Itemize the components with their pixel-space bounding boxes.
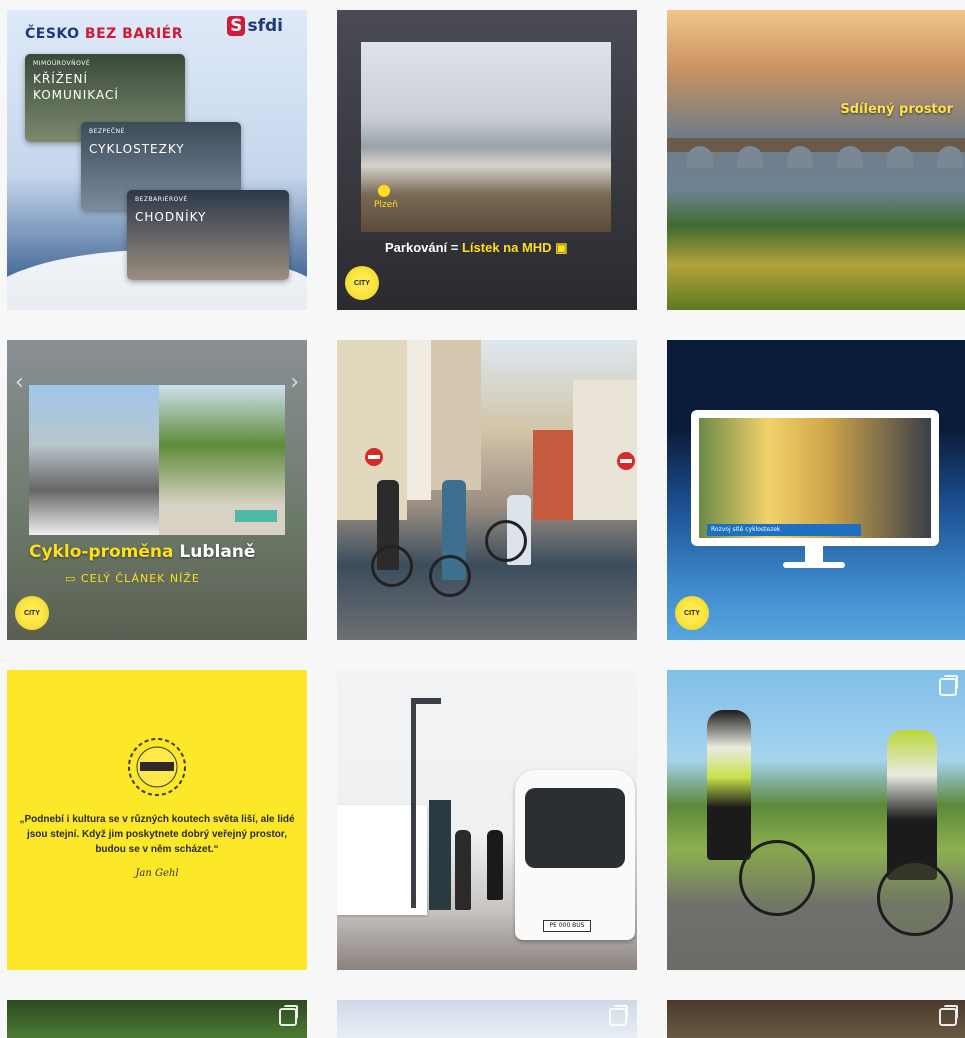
photo-tag: [235, 510, 277, 522]
video-caption: Rozvoj sítě cyklostezek: [707, 524, 861, 536]
person: [455, 830, 471, 910]
bridge-arch: [937, 146, 963, 168]
bike-wheel: [371, 545, 413, 587]
citychangers-badge: CITY: [675, 596, 709, 630]
sfdi-logo: Ssfdi: [227, 16, 283, 36]
bus-window: [525, 788, 625, 868]
citychangers-badge: CITY: [345, 266, 379, 300]
post-tile-sky[interactable]: [337, 1000, 637, 1038]
post-title: Cyklo-proměna Lublaně: [29, 542, 256, 562]
post-tile-bike-repair[interactable]: [337, 340, 637, 640]
carousel-icon: [609, 1005, 628, 1026]
no-entry-sign-icon: [617, 452, 635, 470]
carousel-icon: [279, 1005, 298, 1026]
photo-plzen: [361, 42, 611, 232]
post-tile-gehl-quote[interactable]: „Podnebí i kultura se v různých koutech …: [7, 670, 307, 970]
post-label: Sdílený prostor: [840, 102, 953, 117]
license-plate: PE 000 BUS: [543, 920, 591, 932]
cyclist: [707, 710, 751, 860]
chevron-right-icon: ›: [290, 370, 299, 395]
quote-signature: Jan Gehl: [135, 868, 179, 879]
carousel-icon: [939, 675, 958, 696]
chevron-left-icon: ‹: [15, 370, 24, 395]
post-tile-sdileny-prostor[interactable]: Sdílený prostor: [667, 10, 965, 310]
article-icon: ▭: [65, 572, 77, 585]
bus-icon: ▣: [555, 240, 568, 255]
photo-street-before: [29, 385, 159, 535]
post-tile-cyclists[interactable]: [667, 670, 965, 970]
city-label: Plzeň: [374, 200, 398, 210]
person: [487, 830, 503, 900]
bridge-arch: [687, 146, 713, 168]
quote-text: „Podnebí i kultura se v různých koutech …: [19, 814, 295, 855]
building: [573, 380, 637, 520]
post-tile-forest[interactable]: [7, 1000, 307, 1038]
card-chodniky: BEZBARIÉROVÉ CHODNÍKY: [127, 190, 289, 280]
bike-wheel: [429, 555, 471, 597]
monitor-screen: Rozvoj sítě cyklostezek: [691, 410, 939, 546]
info-kiosk: [429, 800, 451, 910]
post-grid: ČESKO BEZ BARIÉR Ssfdi MIMOÚROVŇOVÉ KŘÍŽ…: [0, 0, 965, 1038]
post-tile-cesko-bez-barier[interactable]: ČESKO BEZ BARIÉR Ssfdi MIMOÚROVŇOVÉ KŘÍŽ…: [7, 10, 307, 310]
citychangers-badge: CITY: [15, 596, 49, 630]
bridge-arch: [837, 146, 863, 168]
post-tile-lublan[interactable]: ‹ › Cyklo-proměna Lublaně ▭ CELÝ ČLÁNEK …: [7, 340, 307, 640]
bridge-shape: [667, 138, 965, 152]
monitor-foot: [783, 562, 845, 568]
bridge-arch: [787, 146, 813, 168]
bike-wheel: [739, 840, 815, 916]
video-frame: Rozvoj sítě cyklostezek: [699, 418, 931, 538]
no-entry-sign-icon: [365, 448, 383, 466]
post-tile-autonomous-bus[interactable]: PE 000 BUS: [337, 670, 637, 970]
bike-wheel: [877, 860, 953, 936]
citychangers-logo-icon: [128, 738, 186, 796]
post-subtitle: ▭ CELÝ ČLÁNEK NÍŽE: [65, 572, 200, 585]
post-tile-video[interactable]: Rozvoj sítě cyklostezek CITY: [667, 340, 965, 640]
building: [407, 340, 431, 500]
post-tile-parkovani[interactable]: ● Plzeň Parkování = Lístek na MHD ▣ CITY: [337, 10, 637, 310]
autonomous-bus: PE 000 BUS: [515, 770, 635, 940]
post-title: ČESKO BEZ BARIÉR: [25, 26, 184, 42]
post-tile-interior[interactable]: [667, 1000, 965, 1038]
location-pin-icon: ●: [377, 180, 391, 199]
building: [533, 430, 573, 520]
bike-wheel: [485, 520, 527, 562]
post-caption: Parkování = Lístek na MHD ▣: [385, 240, 568, 255]
building: [431, 340, 481, 490]
cyclist: [887, 730, 937, 880]
bridge-arch: [737, 146, 763, 168]
carousel-icon: [939, 1005, 958, 1026]
bridge-arch: [887, 146, 913, 168]
street-lamp: [411, 698, 441, 908]
